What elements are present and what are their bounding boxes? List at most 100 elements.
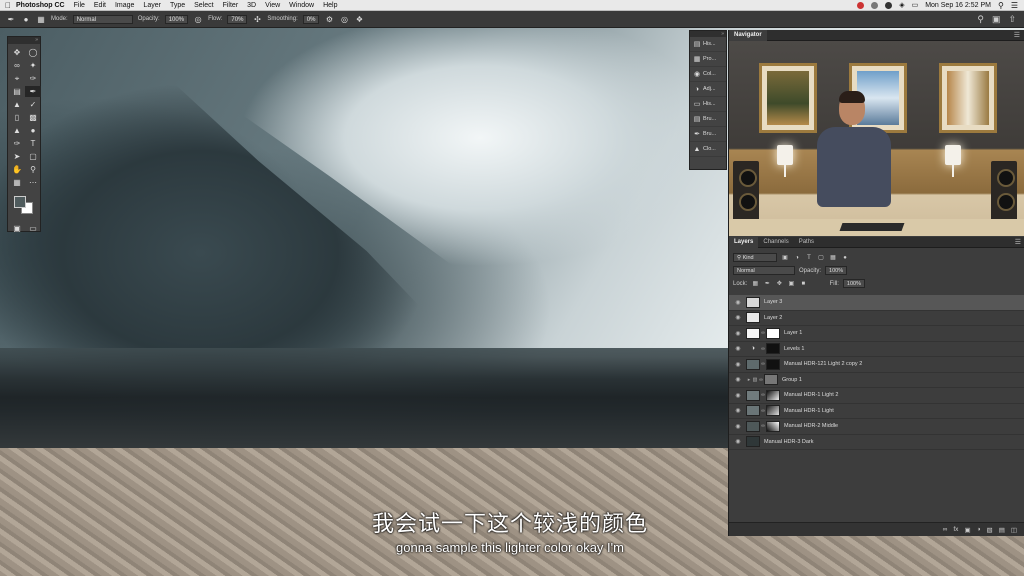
dock-item-clone-source[interactable]: ▲ Clo... — [690, 142, 726, 157]
brush-tool-preset-icon[interactable]: ✒ — [6, 14, 16, 24]
menu-image[interactable]: Image — [115, 2, 134, 9]
layer-filter-kind-dropdown[interactable]: ⚲ Kind — [733, 253, 777, 262]
visibility-eye-icon[interactable]: ◉ — [733, 345, 743, 352]
edit-toolbar-icon[interactable]: ▦ — [9, 177, 25, 188]
layer-row-group-1[interactable]: ◉ ▸ ▧ ∞ Group 1 — [729, 373, 1024, 388]
app-menu[interactable]: Photoshop CC — [16, 2, 65, 9]
layer-row-layer-1[interactable]: ◉ ∞ Layer 1 — [729, 326, 1024, 342]
filter-adjustment-icon[interactable]: ◑ — [793, 254, 801, 262]
visibility-eye-icon[interactable]: ◉ — [733, 314, 743, 321]
layer-mask-thumbnail[interactable] — [764, 374, 778, 386]
dock-item-brush-settings[interactable]: ▤ Bru... — [690, 112, 726, 127]
visibility-eye-icon[interactable]: ◉ — [733, 423, 743, 430]
lock-position-icon[interactable]: ✥ — [775, 280, 783, 288]
smoothing-field[interactable]: 0% — [302, 14, 320, 24]
brush-panel-toggle-icon[interactable]: ▦ — [36, 14, 46, 24]
lock-artboard-icon[interactable]: ▣ — [787, 280, 795, 288]
airbrush-icon[interactable]: ✣ — [252, 14, 262, 24]
more-tools-icon[interactable]: ⋯ — [25, 177, 41, 188]
pen-tool-icon[interactable]: ✑ — [9, 138, 25, 149]
smoothing-options-gear-icon[interactable]: ⚙ — [324, 14, 334, 24]
layer-row-manual-hdr-2-middle[interactable]: ◉ ∞ Manual HDR-2 Middle — [729, 419, 1024, 435]
visibility-eye-icon[interactable]: ◉ — [733, 392, 743, 399]
fill-field[interactable]: 100% — [842, 279, 865, 288]
layer-mask-thumbnail[interactable] — [766, 343, 780, 355]
layer-opacity-field[interactable]: 100% — [825, 266, 848, 275]
layer-mask-thumbnail[interactable] — [766, 420, 780, 432]
crop-tool-icon[interactable]: ⌖ — [9, 73, 25, 84]
visibility-eye-icon[interactable]: ◉ — [733, 376, 743, 383]
menu-file[interactable]: File — [74, 2, 85, 9]
marquee-tool-icon[interactable]: ◯ — [25, 47, 41, 58]
history-brush-tool-icon[interactable]: ✓ — [25, 99, 41, 110]
dock-item-history[interactable]: ▤ His... — [690, 37, 726, 52]
pressure-size-icon[interactable]: ◎ — [339, 14, 349, 24]
healing-brush-tool-icon[interactable]: ▤ — [9, 86, 25, 97]
link-layers-icon[interactable]: ∞ — [943, 526, 948, 533]
screen-mode-icon[interactable]: ▭ — [25, 223, 41, 234]
add-mask-icon[interactable]: ▣ — [964, 526, 970, 534]
menu-select[interactable]: Select — [194, 2, 213, 9]
lock-transparent-icon[interactable]: ▦ — [751, 280, 759, 288]
layer-row-layer-2[interactable]: ◉ Layer 2 — [729, 311, 1024, 326]
visibility-eye-icon[interactable]: ◉ — [733, 361, 743, 368]
status-icon[interactable] — [885, 1, 893, 9]
blur-tool-icon[interactable]: ▲ — [9, 125, 25, 136]
visibility-eye-icon[interactable]: ◉ — [733, 330, 743, 337]
zoom-tool-icon[interactable]: ⚲ — [25, 164, 41, 175]
layer-row-levels-1[interactable]: ◉ ◑ ∞ Levels 1 — [729, 342, 1024, 357]
new-group-icon[interactable]: ▧ — [987, 526, 993, 534]
filter-smart-object-icon[interactable]: ▦ — [829, 254, 837, 262]
flow-field[interactable]: 70% — [227, 14, 248, 24]
new-layer-icon[interactable]: ▤ — [999, 526, 1005, 534]
tab-navigator[interactable]: Navigator — [729, 29, 767, 41]
lock-pixels-icon[interactable]: ✒ — [763, 280, 771, 288]
menu-type[interactable]: Type — [170, 2, 185, 9]
dock-item-color[interactable]: ◉ Col... — [690, 67, 726, 82]
dock-item-brushes[interactable]: ✒ Bru... — [690, 127, 726, 142]
menu-help[interactable]: Help — [323, 2, 337, 9]
delete-layer-trash-icon[interactable]: ◫ — [1011, 526, 1017, 534]
workspace-icon[interactable]: ▣ — [992, 14, 1001, 25]
gradient-tool-icon[interactable]: ▩ — [25, 112, 41, 123]
navigator-panel-menu-icon[interactable]: ☰ — [1014, 31, 1024, 39]
dock-item-adjustments[interactable]: ◑ Adj... — [690, 82, 726, 97]
spotlight-search-icon[interactable]: ⚲ — [998, 1, 1004, 10]
opacity-field[interactable]: 100% — [164, 14, 189, 24]
brush-tool-icon[interactable]: ✒ — [25, 86, 41, 97]
visibility-eye-icon[interactable]: ◉ — [733, 438, 743, 445]
layer-row-layer-3[interactable]: ◉ Layer 3 — [729, 295, 1024, 311]
symmetry-icon[interactable]: ❖ — [354, 14, 364, 24]
visibility-eye-icon[interactable]: ◉ — [733, 407, 743, 414]
menubar-clock[interactable]: Mon Sep 16 2:52 PM — [925, 2, 991, 9]
navigator-preview-video[interactable] — [729, 41, 1024, 236]
foreground-color-swatch[interactable] — [14, 196, 26, 208]
record-icon[interactable] — [857, 1, 865, 9]
blend-mode-dropdown[interactable]: Normal — [733, 266, 795, 275]
search-icon[interactable]: ⚲ — [977, 14, 984, 25]
tab-paths[interactable]: Paths — [794, 237, 819, 248]
dock-item-properties[interactable]: ▦ Pro... — [690, 52, 726, 67]
hand-tool-icon[interactable]: ✋ — [9, 164, 25, 175]
clone-stamp-tool-icon[interactable]: ▲ — [9, 99, 25, 110]
layers-panel-menu-icon[interactable]: ☰ — [1015, 238, 1024, 246]
menu-view[interactable]: View — [265, 2, 280, 9]
menu-edit[interactable]: Edit — [94, 2, 106, 9]
apple-icon[interactable]:  — [0, 1, 16, 10]
layer-row-manual-hdr-1-light-2[interactable]: ◉ ∞ Manual HDR-1 Light 2 — [729, 388, 1024, 404]
menu-window[interactable]: Window — [289, 2, 314, 9]
filter-shape-icon[interactable]: ▢ — [817, 254, 825, 262]
creative-cloud-icon[interactable] — [871, 1, 879, 9]
tab-layers[interactable]: Layers — [729, 236, 759, 248]
dock-item-histogram[interactable]: ▭ His... — [690, 97, 726, 112]
tools-panel-header[interactable]: » — [8, 37, 40, 44]
layer-mask-thumbnail[interactable] — [766, 389, 780, 401]
wifi-icon[interactable]: ◈ — [899, 1, 904, 9]
path-selection-tool-icon[interactable]: ➤ — [9, 151, 25, 162]
lasso-tool-icon[interactable]: ∞ — [9, 60, 25, 71]
move-tool-icon[interactable]: ✥ — [9, 47, 25, 58]
type-tool-icon[interactable]: T — [25, 138, 41, 149]
menu-filter[interactable]: Filter — [223, 2, 239, 9]
battery-icon[interactable]: ▭ — [912, 1, 919, 9]
tab-channels[interactable]: Channels — [758, 237, 793, 248]
